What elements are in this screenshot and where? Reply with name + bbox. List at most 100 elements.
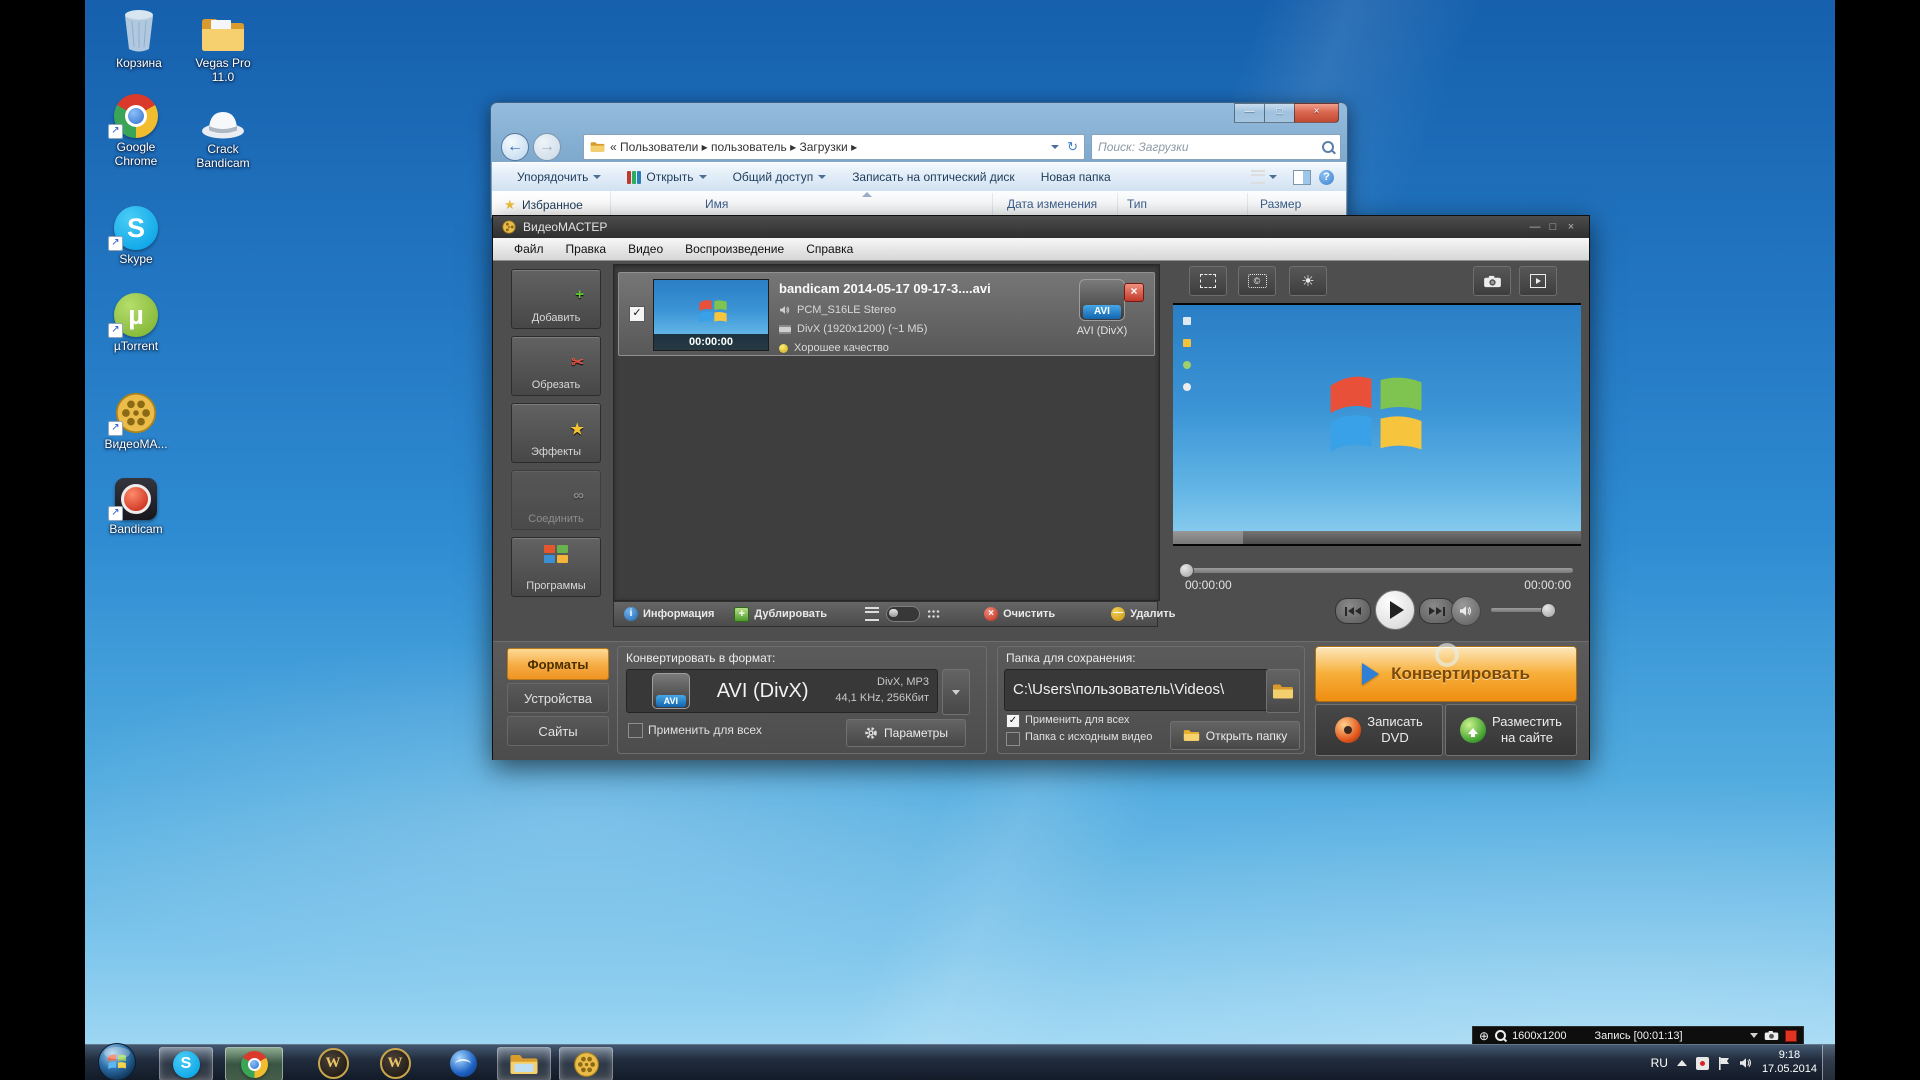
search-icon[interactable]: [1322, 141, 1334, 153]
menu-file[interactable]: Файл: [503, 242, 555, 256]
menu-playback[interactable]: Воспроизведение: [674, 242, 795, 256]
menu-video[interactable]: Видео: [617, 242, 674, 256]
open-folder-button[interactable]: Открыть папку: [1170, 721, 1300, 750]
taskbar-wow-2[interactable]: W: [369, 1047, 421, 1079]
search-box[interactable]: Поиск: Загрузки: [1091, 134, 1341, 160]
parameters-button[interactable]: Параметры: [846, 719, 966, 747]
taskbar-wow-1[interactable]: W: [307, 1047, 359, 1079]
preview-pane-icon[interactable]: [1293, 170, 1311, 185]
minimize-button[interactable]: —: [1526, 221, 1544, 233]
join-button[interactable]: ∞ Соединить: [511, 470, 601, 530]
next-button[interactable]: [1419, 598, 1455, 624]
forward-button[interactable]: →: [533, 133, 561, 161]
desktop-icon-vegas-pro[interactable]: Vegas Pro11.0: [182, 4, 264, 85]
delete-button[interactable]: — Удалить: [1111, 607, 1175, 621]
mute-button[interactable]: [1451, 596, 1481, 626]
stop-record-button[interactable]: [1785, 1030, 1797, 1042]
taskbar-sphere-app[interactable]: [437, 1047, 489, 1079]
save-path-field[interactable]: C:\Users\пользователь\Videos\: [1004, 669, 1272, 711]
new-folder-button[interactable]: Новая папка: [1028, 170, 1124, 184]
volume-slider[interactable]: [1491, 608, 1553, 612]
fullscreen-button[interactable]: [1519, 266, 1557, 296]
snapshot-button[interactable]: [1473, 266, 1511, 296]
minimize-button[interactable]: —: [1234, 103, 1264, 123]
volume-icon[interactable]: [1739, 1057, 1753, 1069]
convert-button[interactable]: Конвертировать: [1315, 646, 1577, 702]
burn-dvd-button[interactable]: ЗаписатьDVD: [1315, 704, 1443, 756]
help-icon[interactable]: ?: [1319, 170, 1334, 185]
item-checkbox[interactable]: ✓: [629, 306, 645, 322]
tray-expand-icon[interactable]: [1677, 1060, 1687, 1066]
share-button[interactable]: Общий доступ: [720, 170, 840, 184]
source-folder-checkbox[interactable]: [1006, 732, 1020, 746]
camera-icon[interactable]: [1764, 1030, 1779, 1041]
clear-button[interactable]: × Очистить: [984, 607, 1055, 621]
close-button[interactable]: ×: [1562, 221, 1580, 233]
crop-button[interactable]: [1189, 266, 1227, 296]
previous-button[interactable]: [1335, 598, 1371, 624]
favorites-item[interactable]: Избранное: [522, 198, 583, 212]
close-button[interactable]: ×: [1294, 103, 1339, 123]
open-button[interactable]: Открыть: [614, 170, 719, 184]
tab-devices[interactable]: Устройства: [507, 683, 609, 713]
desktop-icon-recycle-bin[interactable]: Корзина: [98, 4, 180, 71]
desktop-icon-google-chrome[interactable]: ↗ GoogleChrome: [95, 88, 177, 169]
maximize-button[interactable]: □: [1544, 221, 1562, 233]
format-selector[interactable]: AVI AVI (DivX) DivX, MP344,1 KHz, 256Кби…: [626, 669, 938, 713]
watermark-button[interactable]: ©: [1238, 266, 1276, 296]
refresh-icon[interactable]: ↻: [1067, 139, 1078, 155]
back-button[interactable]: ←: [501, 133, 529, 161]
seek-knob[interactable]: [1179, 563, 1194, 578]
views-button[interactable]: [1243, 170, 1285, 184]
tab-sites[interactable]: Сайты: [507, 716, 609, 746]
taskbar-explorer[interactable]: [497, 1047, 551, 1080]
start-button[interactable]: [97, 1042, 137, 1080]
volume-knob[interactable]: [1541, 603, 1556, 618]
view-switch[interactable]: [865, 606, 940, 622]
column-header-type[interactable]: Тип: [1127, 197, 1147, 211]
format-dropdown-button[interactable]: [942, 669, 970, 715]
column-header-name[interactable]: Имя: [705, 197, 728, 211]
trim-button[interactable]: ✂ Обрезать: [511, 336, 601, 396]
desktop-icon-crack-bandicam[interactable]: CrackBandicam: [182, 90, 264, 171]
clock[interactable]: 9:1817.05.2014: [1762, 1049, 1817, 1077]
column-header-date[interactable]: Дата изменения: [1007, 197, 1097, 211]
burn-disc-button[interactable]: Записать на оптический диск: [839, 170, 1028, 184]
show-desktop-button[interactable]: [1822, 1045, 1835, 1080]
desktop-icon-videomaster[interactable]: ↗ ВидеоМА...: [95, 385, 177, 452]
browse-folder-button[interactable]: [1266, 669, 1300, 713]
tab-formats[interactable]: Форматы: [507, 648, 609, 680]
add-button[interactable]: + Добавить: [511, 269, 601, 329]
chevron-down-icon[interactable]: [1750, 1033, 1758, 1038]
organize-button[interactable]: Упорядочить: [504, 170, 614, 184]
effects-button[interactable]: ★ Эффекты: [511, 403, 601, 463]
remove-item-button[interactable]: ×: [1124, 283, 1144, 302]
desktop-icon-utorrent[interactable]: µ ↗ µTorrent: [95, 287, 177, 354]
breadcrumb[interactable]: « Пользователи ▸ пользователь ▸ Загрузки…: [610, 140, 857, 154]
action-center-flag-icon[interactable]: [1718, 1057, 1730, 1070]
column-header-size[interactable]: Размер: [1260, 197, 1301, 211]
address-dropdown-icon[interactable]: [1051, 145, 1059, 149]
address-bar[interactable]: « Пользователи ▸ пользователь ▸ Загрузки…: [583, 134, 1085, 160]
publish-online-button[interactable]: Разместитьна сайте: [1445, 704, 1577, 756]
brightness-button[interactable]: ☀: [1289, 266, 1327, 296]
maximize-button[interactable]: □: [1264, 103, 1294, 123]
programs-button[interactable]: Программы: [511, 537, 601, 597]
taskbar-videomaster[interactable]: [559, 1047, 613, 1080]
view-toggle[interactable]: [886, 606, 920, 622]
apply-all-folder-checkbox[interactable]: ✓: [1006, 714, 1020, 728]
taskbar-chrome[interactable]: [225, 1047, 283, 1080]
desktop-icon-bandicam[interactable]: ↗ Bandicam: [95, 470, 177, 537]
play-button[interactable]: [1375, 590, 1415, 630]
desktop-icon-skype[interactable]: S ↗ Skype: [95, 200, 177, 267]
taskbar-skype[interactable]: S: [159, 1047, 213, 1080]
language-indicator[interactable]: RU: [1651, 1056, 1668, 1070]
tray-bandicam-icon[interactable]: [1696, 1057, 1709, 1070]
info-button[interactable]: i Информация: [624, 607, 714, 621]
menu-edit[interactable]: Правка: [555, 242, 618, 256]
duplicate-button[interactable]: + Дублировать: [734, 607, 827, 622]
menu-help[interactable]: Справка: [795, 242, 864, 256]
apply-all-checkbox[interactable]: [628, 723, 643, 738]
file-list-item[interactable]: ✓ 00:00:00 bandicam 2014-05-17 09-17-3..…: [618, 272, 1155, 356]
seek-bar[interactable]: [1181, 568, 1573, 573]
